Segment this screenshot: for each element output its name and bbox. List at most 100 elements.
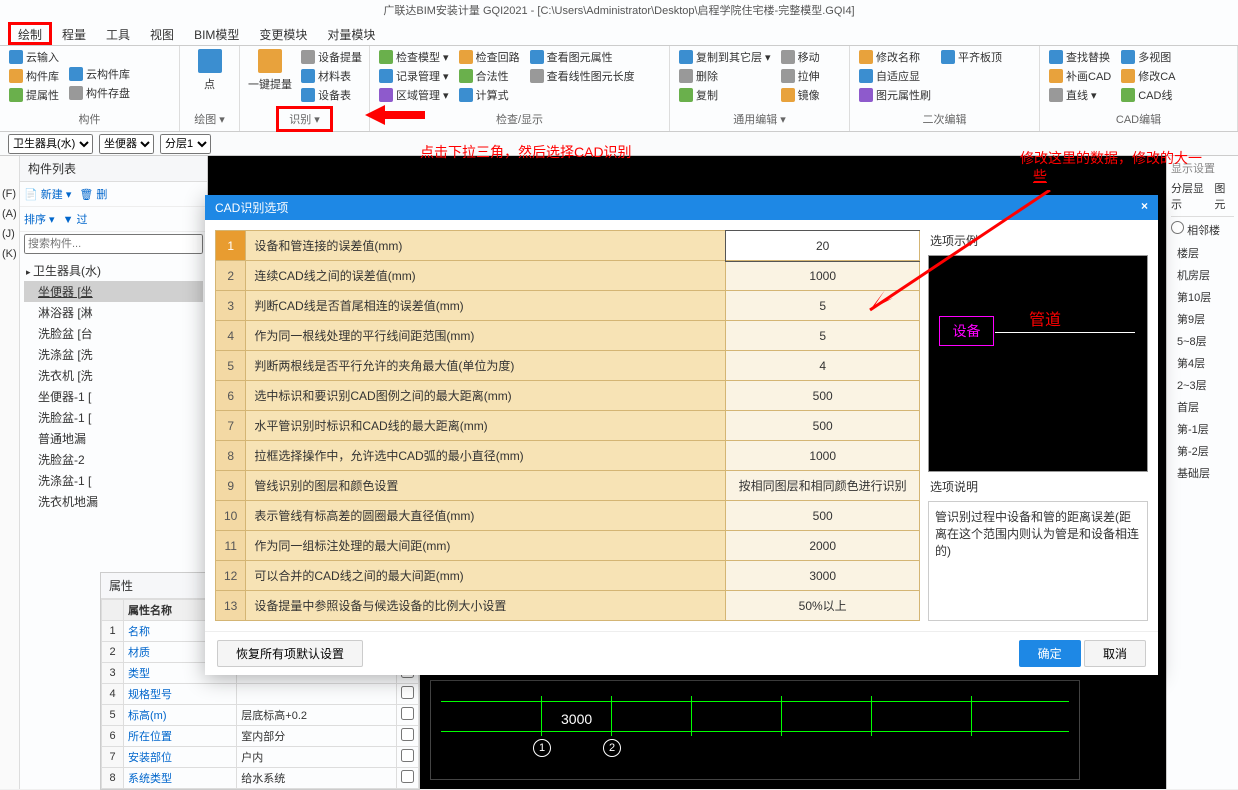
option-value[interactable]: 500: [726, 381, 920, 411]
option-row[interactable]: 9管线识别的图层和颜色设置按相同图层和相同颜色进行识别: [216, 471, 920, 501]
prop-checkbox[interactable]: [401, 686, 414, 699]
option-value[interactable]: 50%以上: [726, 591, 920, 621]
check-loop-button[interactable]: 检查回路: [456, 48, 523, 66]
adjacent-floor-radio[interactable]: [1171, 221, 1184, 234]
property-row[interactable]: 7安装部位户内: [102, 747, 419, 768]
floor-9[interactable]: 第-2层: [1171, 440, 1234, 462]
component-lib-button[interactable]: 构件库: [6, 67, 62, 85]
floor-10[interactable]: 基础层: [1171, 462, 1234, 484]
option-value[interactable]: 3000: [726, 561, 920, 591]
menu-view[interactable]: 视图: [140, 22, 184, 45]
tree-item-2[interactable]: 洗脸盆 [台: [24, 323, 203, 344]
tree-item-6[interactable]: 洗脸盆-1 [: [24, 407, 203, 428]
calc-button[interactable]: 计算式: [456, 86, 523, 104]
record-mgmt-button[interactable]: 记录管理 ▾: [376, 67, 452, 85]
restore-defaults-button[interactable]: 恢复所有项默认设置: [217, 640, 363, 667]
tab-elem[interactable]: 图元: [1214, 180, 1234, 212]
menu-bim[interactable]: BIM模型: [184, 22, 249, 45]
flatten-button[interactable]: 平齐板顶: [938, 48, 1005, 66]
menu-compare[interactable]: 对量模块: [317, 22, 385, 45]
floor-1[interactable]: 机房层: [1171, 264, 1234, 286]
prop-value[interactable]: 户内: [237, 747, 397, 768]
prop-checkbox[interactable]: [401, 707, 414, 720]
option-value[interactable]: 1000: [726, 441, 920, 471]
sort-button[interactable]: 排序 ▾: [24, 211, 55, 227]
option-row[interactable]: 12可以合并的CAD线之间的最大间距(mm)3000: [216, 561, 920, 591]
cad-line-button[interactable]: CAD线: [1118, 86, 1178, 104]
cloud-import-button[interactable]: 云输入: [6, 48, 62, 66]
option-row[interactable]: 1设备和管连接的误差值(mm)20: [216, 231, 920, 261]
option-value[interactable]: 20: [726, 231, 920, 261]
option-value[interactable]: 500: [726, 501, 920, 531]
option-row[interactable]: 6选中标识和要识别CAD图例之间的最大距离(mm)500: [216, 381, 920, 411]
component-save-button[interactable]: 构件存盘: [66, 84, 133, 102]
property-row[interactable]: 6所在位置室内部分: [102, 726, 419, 747]
option-row[interactable]: 8拉框选择操作中，允许选中CAD弧的最小直径(mm)1000: [216, 441, 920, 471]
validity-button[interactable]: 合法性: [456, 67, 523, 85]
device-table-button[interactable]: 设备表: [298, 86, 365, 104]
property-row[interactable]: 8系统类型给水系统: [102, 768, 419, 789]
view-elem-attr-button[interactable]: 查看图元属性: [527, 48, 638, 66]
copy-button[interactable]: 复制: [676, 86, 774, 104]
menu-quantity[interactable]: 程量: [52, 22, 96, 45]
tree-item-3[interactable]: 洗涤盆 [洗: [24, 344, 203, 365]
option-row[interactable]: 11作为同一组标注处理的最大间距(mm)2000: [216, 531, 920, 561]
property-row[interactable]: 5标高(m)层底标高+0.2: [102, 705, 419, 726]
option-row[interactable]: 5判断两根线是否平行允许的夹角最大值(单位为度)4: [216, 351, 920, 381]
prop-checkbox[interactable]: [401, 749, 414, 762]
menu-draw[interactable]: 绘制: [8, 22, 52, 45]
close-button[interactable]: ×: [1141, 199, 1148, 216]
view-linear-button[interactable]: 查看线性图元长度: [527, 67, 638, 85]
one-key-button[interactable]: 一键提量: [246, 48, 294, 104]
option-row[interactable]: 13设备提量中参照设备与候选设备的比例大小设置50%以上: [216, 591, 920, 621]
adaptive-button[interactable]: 自适应显: [856, 67, 934, 85]
point-button[interactable]: 点: [186, 48, 234, 93]
option-value[interactable]: 2000: [726, 531, 920, 561]
option-row[interactable]: 7水平管识别时标识和CAD线的最大距离(mm)500: [216, 411, 920, 441]
material-button[interactable]: 材料表: [298, 67, 365, 85]
prop-extract-button[interactable]: 提属性: [6, 86, 62, 104]
tree-item-1[interactable]: 淋浴器 [淋: [24, 302, 203, 323]
prop-value[interactable]: 层底标高+0.2: [237, 705, 397, 726]
stretch-button[interactable]: 拉伸: [778, 67, 823, 85]
floor-5[interactable]: 第4层: [1171, 352, 1234, 374]
tree-item-9[interactable]: 洗涤盆-1 [: [24, 470, 203, 491]
prop-brush-button[interactable]: 图元属性刷: [856, 86, 934, 104]
zone-mgmt-button[interactable]: 区域管理 ▾: [376, 86, 452, 104]
tree-item-4[interactable]: 洗衣机 [洗: [24, 365, 203, 386]
option-value[interactable]: 500: [726, 411, 920, 441]
search-component-input[interactable]: [24, 234, 203, 254]
floor-2[interactable]: 第10层: [1171, 286, 1234, 308]
tree-item-0[interactable]: 坐便器 [坐: [24, 281, 203, 302]
floor-6[interactable]: 2~3层: [1171, 374, 1234, 396]
floor-3[interactable]: 第9层: [1171, 308, 1234, 330]
move-button[interactable]: 移动: [778, 48, 823, 66]
tree-item-8[interactable]: 洗脸盆-2: [24, 449, 203, 470]
selector-system[interactable]: 卫生器具(水): [8, 134, 93, 154]
floor-0[interactable]: 楼层: [1171, 242, 1234, 264]
floor-4[interactable]: 5~8层: [1171, 330, 1234, 352]
copy-other-button[interactable]: 复制到其它层 ▾: [676, 48, 774, 66]
option-row[interactable]: 2连续CAD线之间的误差值(mm)1000: [216, 261, 920, 291]
option-row[interactable]: 10表示管线有标高差的圆圈最大直径值(mm)500: [216, 501, 920, 531]
prop-value[interactable]: [237, 684, 397, 705]
tree-item-5[interactable]: 坐便器-1 [: [24, 386, 203, 407]
ok-button[interactable]: 确定: [1019, 640, 1081, 667]
check-model-button[interactable]: 检查模型 ▾: [376, 48, 452, 66]
dialog-titlebar[interactable]: CAD识别选项 ×: [205, 195, 1158, 220]
prop-checkbox[interactable]: [401, 770, 414, 783]
tab-layer-display[interactable]: 分层显示: [1171, 180, 1210, 212]
delete-button[interactable]: 删除: [676, 67, 774, 85]
tree-parent[interactable]: 卫生器具(水): [24, 260, 203, 281]
multi-view-button[interactable]: 多视图: [1118, 48, 1178, 66]
delete-component-button[interactable]: 🗑 删: [79, 186, 107, 202]
option-value[interactable]: 5: [726, 291, 920, 321]
option-value[interactable]: 按相同图层和相同颜色进行识别: [726, 471, 920, 501]
cancel-button[interactable]: 取消: [1084, 640, 1146, 667]
selector-layer[interactable]: 分层1: [160, 134, 211, 154]
group-recog-label[interactable]: 识别 ▾: [246, 104, 363, 134]
selector-component[interactable]: 坐便器: [99, 134, 154, 154]
device-extract-button[interactable]: 设备提量: [298, 48, 365, 66]
modify-cad-button[interactable]: 修改CA: [1118, 67, 1178, 85]
menu-change[interactable]: 变更模块: [249, 22, 317, 45]
